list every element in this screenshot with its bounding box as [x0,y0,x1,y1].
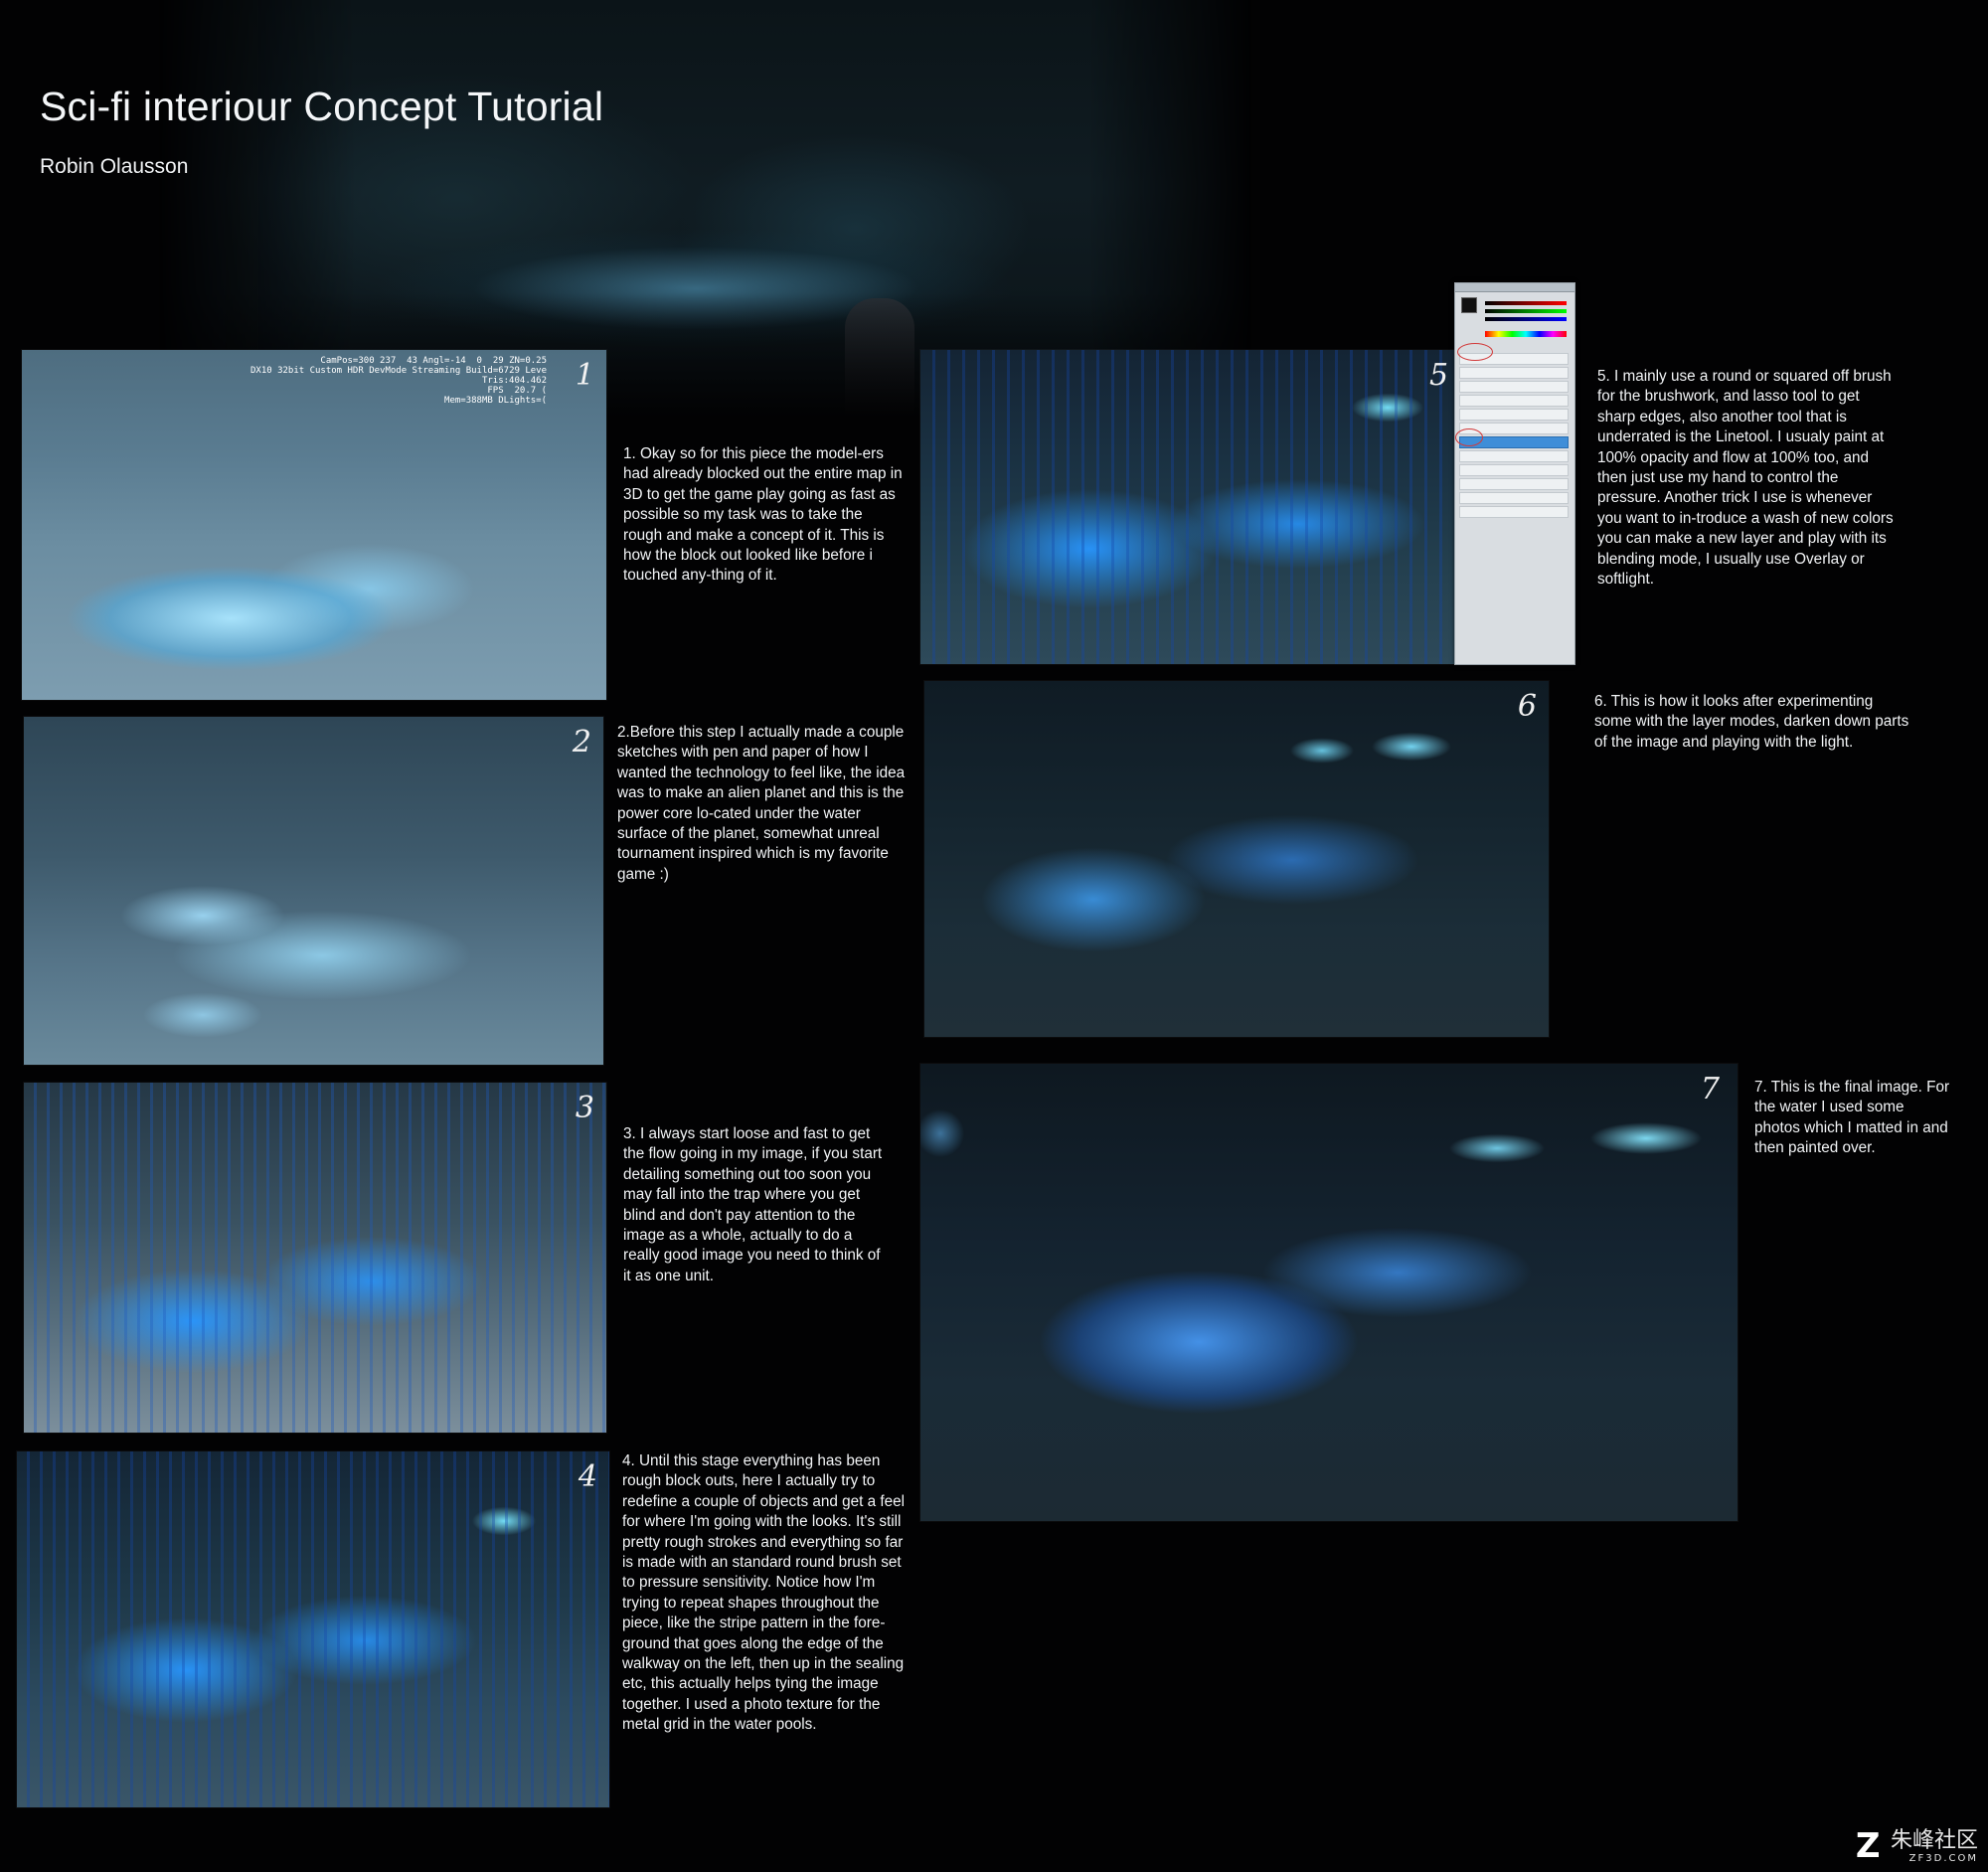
step-6-scene [924,681,1549,1037]
layer-row [1459,381,1569,393]
layer-row [1459,367,1569,379]
green-slider [1485,309,1567,313]
layer-row [1459,409,1569,421]
photoshop-layers-panel [1454,282,1575,665]
step-3-image: 3 [24,1083,606,1433]
site-watermark: Z 朱峰社区 ZF3D.COM [1856,1826,1978,1866]
page-title: Sci-fi interiour Concept Tutorial [40,84,604,129]
step-number: 3 [575,1091,594,1125]
layer-row [1459,492,1569,504]
layer-row [1459,395,1569,407]
step-number: 1 [575,358,594,393]
step-6-text: 6. This is how it looks after experiment… [1594,693,1909,751]
author-name: Robin Olausson [40,155,189,178]
step-number: 6 [1517,689,1537,724]
blue-slider [1485,317,1567,321]
step-number: 5 [1429,358,1449,393]
step-2-scene [24,717,603,1065]
step-1-image: CamPos=300 237 43 Angl=-14 0 29 ZN=0.25 … [22,350,606,700]
step-number: 4 [578,1459,597,1494]
step-3-text: 3. I always start loose and fast to get … [623,1125,883,1284]
color-swatch [1461,297,1477,313]
layer-row [1459,506,1569,518]
step-6-image: 6 [924,681,1549,1037]
step-4-text: 4. Until this stage everything has been … [622,1452,906,1734]
step-4-image: 4 [17,1451,609,1807]
color-spectrum [1485,331,1567,337]
step-3-scene [24,1083,606,1433]
step-number: 7 [1700,1072,1720,1106]
engine-debug-overlay: CamPos=300 237 43 Angl=-14 0 29 ZN=0.25 … [249,356,547,406]
layer-highlight-circle [1455,428,1483,446]
layer-row [1459,478,1569,490]
step-7-scene [920,1064,1738,1521]
step-7-image: 7 [920,1064,1738,1521]
layer-row [1459,464,1569,476]
watermark-logo-icon: Z [1855,1826,1881,1866]
step-2-text: 2.Before this step I actually made a cou… [617,724,906,883]
character-silhouette [845,298,914,447]
step-7-text: 7. This is the final image. For the wate… [1754,1079,1950,1157]
step-number: 2 [572,725,591,760]
step-5-image: 5 [920,350,1467,664]
step-1-text: 1. Okay so for this piece the model-ers … [623,445,903,585]
red-slider [1485,301,1567,305]
step-2-image: 2 [24,717,603,1065]
watermark-url: ZF3D.COM [1908,1852,1978,1864]
layer-row [1459,450,1569,462]
step-5-scene [920,350,1467,664]
blend-mode-highlight-circle [1457,343,1493,361]
watermark-name: 朱峰社区 [1890,1827,1978,1853]
step-4-scene [17,1451,609,1807]
step-5-text: 5. I mainly use a round or squared off b… [1597,368,1894,589]
panel-tabs [1455,283,1574,292]
